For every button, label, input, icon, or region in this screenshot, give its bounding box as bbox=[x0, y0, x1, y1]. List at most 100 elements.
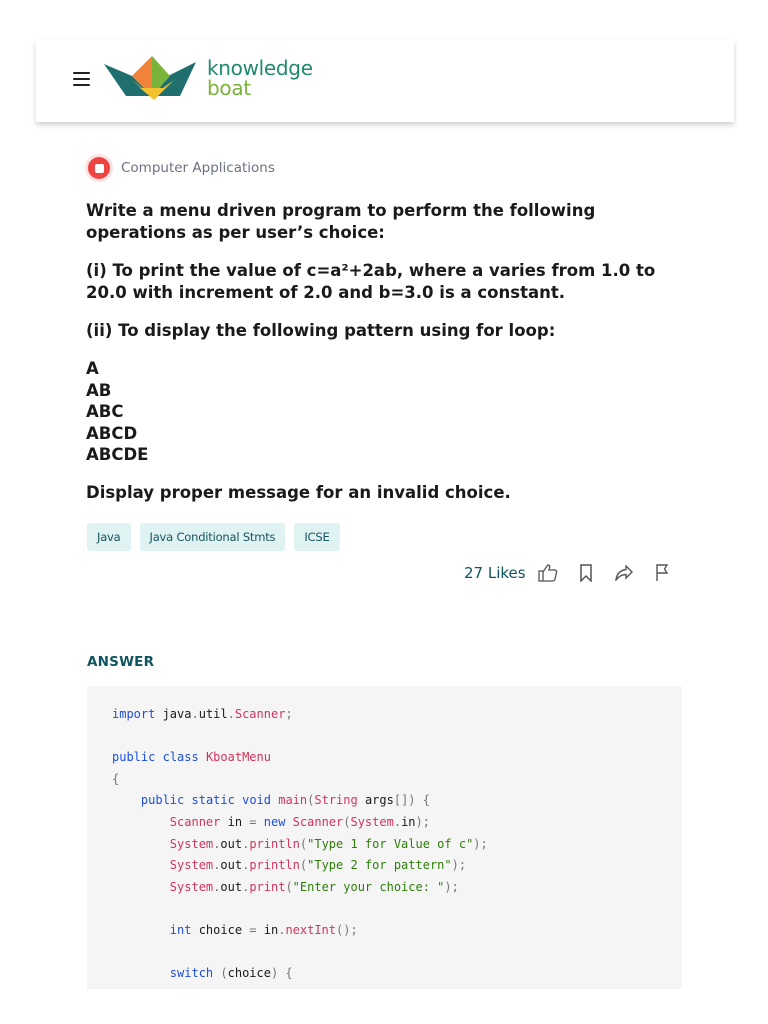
code-line: System.out.println("Type 2 for pattern")… bbox=[112, 855, 488, 877]
code-token: java bbox=[155, 707, 192, 721]
code-token: (); bbox=[336, 922, 358, 937]
code-line: import java.util.Scanner; bbox=[112, 704, 488, 726]
code-block[interactable]: import java.util.Scanner; public class K… bbox=[87, 686, 682, 989]
code-token: ); bbox=[444, 879, 459, 894]
pattern-line: AB bbox=[86, 380, 112, 400]
code-token: import bbox=[112, 707, 156, 721]
code-token: void bbox=[242, 793, 271, 808]
code-line: public static void main(String args[]) { bbox=[112, 790, 488, 812]
code-token: String bbox=[314, 793, 358, 808]
category-icon bbox=[88, 157, 110, 179]
code-token: public bbox=[140, 793, 185, 808]
pattern-line: ABCD bbox=[86, 423, 138, 443]
action-bar: 27 Likes bbox=[464, 561, 690, 585]
likes-count[interactable]: 27 Likes bbox=[464, 564, 526, 582]
tag-java[interactable]: Java bbox=[87, 523, 131, 551]
tag-icse[interactable]: ICSE bbox=[294, 523, 340, 551]
code-line: Scanner in = new Scanner(System.in); bbox=[112, 812, 488, 834]
code-token: choice bbox=[191, 922, 250, 937]
code-line: switch (choice) { bbox=[112, 963, 488, 985]
menu-icon[interactable] bbox=[73, 72, 90, 90]
code-token: Scanner bbox=[234, 707, 286, 721]
pattern-line: ABCDE bbox=[86, 445, 149, 464]
code-token: System bbox=[169, 836, 214, 851]
site-header: knowledge boat bbox=[36, 40, 734, 122]
code-token: ; bbox=[285, 707, 293, 721]
code-token: println bbox=[249, 858, 300, 873]
code-token: System bbox=[169, 879, 214, 894]
code-line: public class KboatMenu bbox=[112, 747, 488, 769]
tag-java-conditional[interactable]: Java Conditional Stmts bbox=[139, 523, 286, 551]
pattern-block: A AB ABC ABCD ABCDE bbox=[86, 358, 686, 466]
code-token: . bbox=[393, 814, 402, 829]
code-token: = bbox=[249, 814, 257, 829]
code-token: Scanner bbox=[169, 814, 221, 829]
tag-list: Java Java Conditional Stmts ICSE bbox=[87, 523, 349, 551]
logo-text: knowledge boat bbox=[207, 58, 313, 98]
category-label: Computer Applications bbox=[121, 160, 275, 176]
logo-text-line2: boat bbox=[207, 76, 251, 100]
code-token: in bbox=[220, 814, 250, 829]
code-token: class bbox=[162, 750, 199, 765]
code-token: choice bbox=[227, 966, 271, 981]
thumbs-up-icon[interactable] bbox=[537, 563, 558, 583]
code-token: print bbox=[249, 879, 286, 894]
code-token: ); bbox=[415, 814, 430, 829]
code-token: ); bbox=[451, 858, 467, 873]
code-token: KboatMenu bbox=[205, 750, 271, 765]
code-token: "Type 2 for pattern" bbox=[307, 858, 452, 873]
code-text: import java.util.Scanner; public class K… bbox=[112, 704, 488, 985]
code-token: . bbox=[191, 707, 199, 721]
code-token: in bbox=[401, 814, 416, 829]
code-token: out bbox=[220, 858, 243, 873]
category[interactable]: Computer Applications bbox=[88, 157, 275, 179]
code-token: out bbox=[220, 836, 243, 851]
logo-boat-icon bbox=[104, 56, 196, 100]
code-token: "Enter your choice: " bbox=[292, 879, 445, 894]
code-token: System bbox=[169, 858, 214, 873]
code-token: . bbox=[227, 707, 235, 721]
logo[interactable]: knowledge boat bbox=[104, 54, 324, 104]
code-token: ( bbox=[220, 966, 228, 981]
code-token: "Type 1 for Value of c" bbox=[307, 836, 474, 851]
code-token: public bbox=[112, 750, 156, 765]
code-token: Scanner bbox=[292, 814, 344, 829]
code-token: util bbox=[198, 707, 228, 721]
code-token: args bbox=[357, 793, 394, 808]
code-line: int choice = in.nextInt(); bbox=[112, 920, 488, 942]
code-token: int bbox=[169, 922, 192, 937]
bookmark-icon[interactable] bbox=[576, 563, 596, 583]
code-token: switch bbox=[169, 966, 214, 981]
code-token: in bbox=[256, 922, 279, 937]
code-token: static bbox=[191, 793, 235, 808]
code-line: System.out.println("Type 1 for Value of … bbox=[112, 834, 488, 856]
code-token: ( bbox=[285, 879, 293, 894]
code-token: new bbox=[263, 814, 286, 829]
question-text: Write a menu driven program to perform t… bbox=[86, 200, 686, 520]
question-part1: (i) To print the value of c=a²+2ab, wher… bbox=[86, 261, 656, 302]
pattern-line: ABC bbox=[86, 402, 124, 421]
code-line: System.out.print("Enter your choice: "); bbox=[112, 877, 488, 899]
flag-icon[interactable] bbox=[652, 563, 672, 583]
pattern-line: A bbox=[86, 359, 99, 378]
code-token: { bbox=[112, 771, 120, 786]
share-icon[interactable] bbox=[614, 563, 634, 583]
question-part2: (ii) To display the following pattern us… bbox=[86, 321, 556, 340]
code-token: nextInt bbox=[285, 922, 337, 937]
code-line: { bbox=[112, 769, 488, 791]
